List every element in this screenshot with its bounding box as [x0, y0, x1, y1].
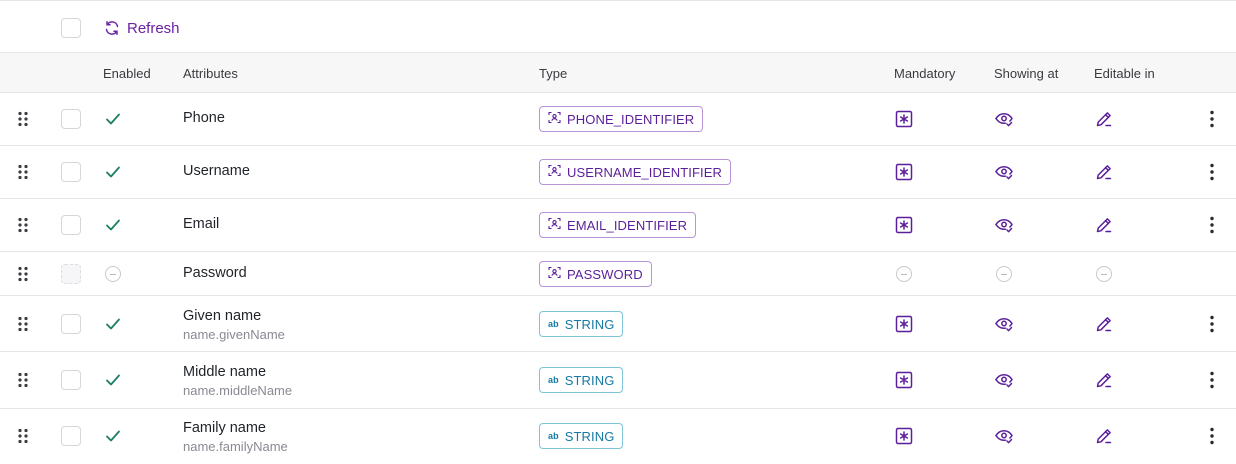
- drag-handle-icon[interactable]: [17, 372, 29, 388]
- type-badge: ab STRING: [539, 311, 624, 337]
- refresh-button[interactable]: Refresh: [104, 18, 180, 38]
- type-label: EMAIL_IDENTIFIER: [567, 217, 688, 233]
- table-row[interactable]: Phone PHONE_IDENTIFIER: [0, 93, 1236, 146]
- row-actions-kebab-icon[interactable]: [1204, 370, 1220, 390]
- row-actions-kebab-icon[interactable]: [1204, 215, 1220, 235]
- editable-pencil-icon[interactable]: [1094, 370, 1114, 390]
- type-badge: USERNAME_IDENTIFIER: [539, 159, 732, 185]
- type-badge: PHONE_IDENTIFIER: [539, 106, 704, 132]
- attribute-key: name.familyName: [183, 439, 288, 454]
- drag-handle-icon[interactable]: [17, 266, 29, 282]
- drag-handle-icon[interactable]: [17, 316, 29, 332]
- table-row[interactable]: Family name name.familyName ab STRING: [0, 409, 1236, 464]
- refresh-label: Refresh: [127, 19, 180, 37]
- mandatory-asterisk-icon[interactable]: [894, 109, 914, 129]
- attribute-name: Username: [183, 163, 250, 179]
- table-row[interactable]: Given name name.givenName ab STRING: [0, 296, 1236, 352]
- drag-handle-icon[interactable]: [17, 111, 29, 127]
- attribute-name: Phone: [183, 110, 225, 126]
- attribute-key: name.middleName: [183, 383, 293, 398]
- visibility-eye-icon[interactable]: [994, 426, 1014, 446]
- visibility-eye-icon[interactable]: [994, 370, 1014, 390]
- type-badge: EMAIL_IDENTIFIER: [539, 212, 697, 238]
- row-select-checkbox[interactable]: [61, 109, 81, 129]
- mandatory-asterisk-icon[interactable]: [894, 215, 914, 235]
- column-header-attributes[interactable]: Attributes: [183, 66, 238, 81]
- row-select-checkbox[interactable]: [61, 370, 81, 390]
- mandatory-asterisk-icon[interactable]: [894, 314, 914, 334]
- attribute-key: name.givenName: [183, 327, 285, 342]
- refresh-icon: [104, 20, 120, 36]
- string-type-icon: ab: [548, 319, 559, 329]
- disabled-minus-icon: [105, 266, 121, 282]
- string-type-icon: ab: [548, 431, 559, 441]
- column-header-showing-at[interactable]: Showing at: [994, 66, 1058, 81]
- attribute-name: Middle name: [183, 364, 267, 380]
- string-type-icon: ab: [548, 375, 559, 385]
- type-badge: PASSWORD: [539, 261, 652, 287]
- visibility-eye-icon[interactable]: [994, 215, 1014, 235]
- mandatory-unavailable-icon: [896, 266, 912, 282]
- type-label: STRING: [564, 372, 615, 388]
- type-label: PHONE_IDENTIFIER: [567, 111, 695, 127]
- table-row[interactable]: Middle name name.middleName ab STRING: [0, 352, 1236, 409]
- table-toolbar: Refresh: [0, 0, 1236, 53]
- enabled-check-icon: [104, 427, 122, 445]
- editable-pencil-icon[interactable]: [1094, 109, 1114, 129]
- showing-unavailable-icon: [996, 266, 1012, 282]
- column-header-type[interactable]: Type: [539, 66, 567, 81]
- table-row[interactable]: Username USERNAME_IDENTIFIER: [0, 146, 1236, 199]
- row-select-checkbox: [61, 264, 81, 284]
- editable-pencil-icon[interactable]: [1094, 314, 1114, 334]
- visibility-eye-icon[interactable]: [994, 109, 1014, 129]
- editable-pencil-icon[interactable]: [1094, 215, 1114, 235]
- table-row[interactable]: Email EMAIL_IDENTIFIER: [0, 199, 1236, 252]
- row-actions-kebab-icon[interactable]: [1204, 162, 1220, 182]
- enabled-check-icon: [104, 163, 122, 181]
- row-actions-kebab-icon[interactable]: [1204, 426, 1220, 446]
- visibility-eye-icon[interactable]: [994, 314, 1014, 334]
- attribute-name: Password: [183, 265, 247, 281]
- row-select-checkbox[interactable]: [61, 215, 81, 235]
- row-actions-kebab-icon[interactable]: [1204, 109, 1220, 129]
- identifier-icon: [548, 164, 561, 180]
- drag-handle-icon[interactable]: [17, 428, 29, 444]
- enabled-check-icon: [104, 110, 122, 128]
- type-label: STRING: [564, 316, 615, 332]
- editable-pencil-icon[interactable]: [1094, 426, 1114, 446]
- column-header-enabled[interactable]: Enabled: [103, 66, 151, 81]
- table-row[interactable]: Password PASSWORD: [0, 252, 1236, 296]
- enabled-check-icon: [104, 315, 122, 333]
- row-select-checkbox[interactable]: [61, 314, 81, 334]
- editable-pencil-icon[interactable]: [1094, 162, 1114, 182]
- identifier-icon: [548, 111, 561, 127]
- attribute-name: Family name: [183, 420, 266, 436]
- drag-handle-icon[interactable]: [17, 217, 29, 233]
- drag-handle-icon[interactable]: [17, 164, 29, 180]
- mandatory-asterisk-icon[interactable]: [894, 426, 914, 446]
- row-select-checkbox[interactable]: [61, 426, 81, 446]
- type-badge: ab STRING: [539, 367, 624, 393]
- type-badge: ab STRING: [539, 423, 624, 449]
- editable-unavailable-icon: [1096, 266, 1112, 282]
- table-header: Enabled Attributes Type Mandatory Showin…: [0, 53, 1236, 93]
- select-all-checkbox[interactable]: [61, 18, 81, 38]
- enabled-check-icon: [104, 216, 122, 234]
- type-label: USERNAME_IDENTIFIER: [567, 164, 723, 180]
- row-actions-kebab-icon[interactable]: [1204, 314, 1220, 334]
- mandatory-asterisk-icon[interactable]: [894, 162, 914, 182]
- column-header-mandatory[interactable]: Mandatory: [894, 66, 955, 81]
- enabled-check-icon: [104, 371, 122, 389]
- type-label: PASSWORD: [567, 266, 643, 282]
- visibility-eye-icon[interactable]: [994, 162, 1014, 182]
- attribute-name: Email: [183, 216, 220, 232]
- attribute-name: Given name: [183, 308, 262, 324]
- identifier-icon: [548, 217, 561, 233]
- type-label: STRING: [564, 428, 615, 444]
- mandatory-asterisk-icon[interactable]: [894, 370, 914, 390]
- column-header-editable-in[interactable]: Editable in: [1094, 66, 1155, 81]
- identifier-icon: [548, 266, 561, 282]
- row-select-checkbox[interactable]: [61, 162, 81, 182]
